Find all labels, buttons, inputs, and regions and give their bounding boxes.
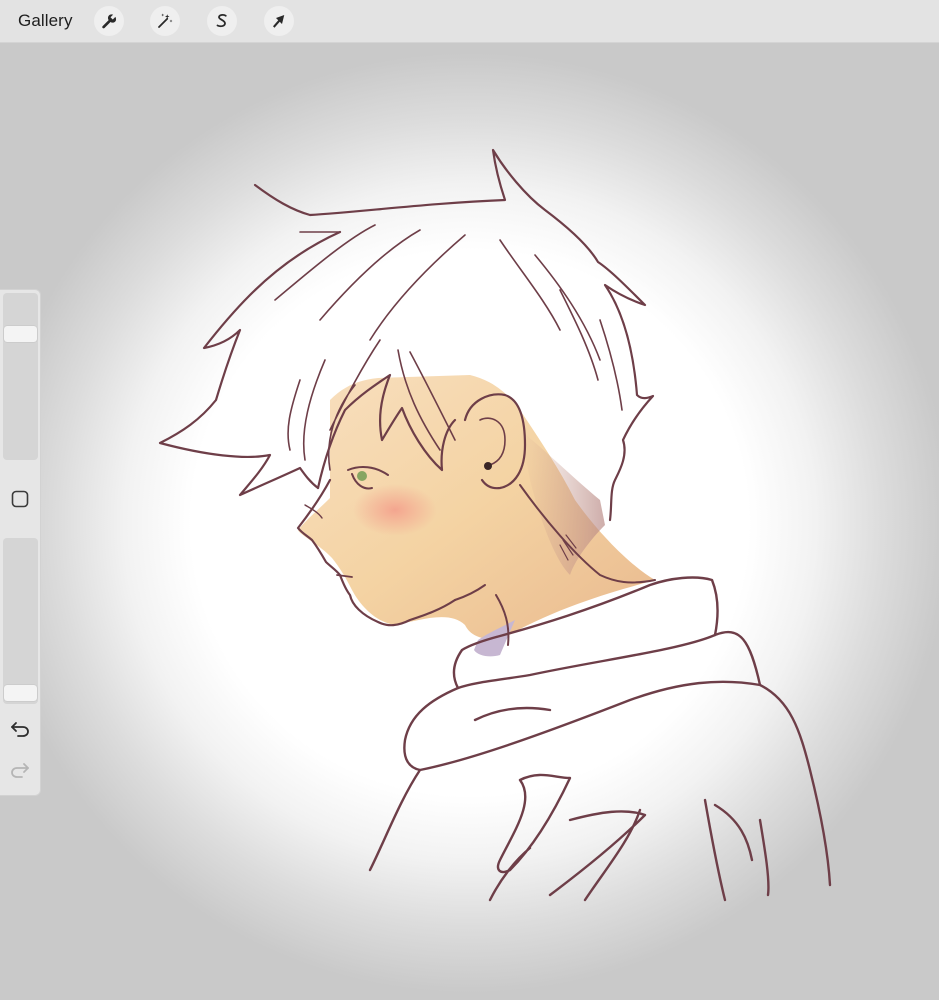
top-toolbar: Gallery <box>0 0 939 43</box>
undo-button[interactable] <box>9 718 31 740</box>
magic-wand-icon <box>158 13 173 28</box>
adjustments-button[interactable] <box>150 6 180 36</box>
square-icon <box>11 490 29 508</box>
redo-icon <box>11 763 29 778</box>
selection-s-icon <box>216 13 227 28</box>
modify-button[interactable] <box>10 489 30 509</box>
gallery-button[interactable]: Gallery <box>18 11 73 31</box>
undo-icon <box>11 722 29 737</box>
artwork <box>158 148 832 902</box>
redo-button[interactable] <box>9 759 31 781</box>
shirt-body <box>368 630 832 902</box>
brush-size-slider[interactable] <box>3 293 38 460</box>
wrench-icon <box>102 14 117 29</box>
drawing-canvas[interactable] <box>0 43 939 1000</box>
earring <box>484 462 492 470</box>
selection-button[interactable] <box>207 6 237 36</box>
transform-button[interactable] <box>264 6 294 36</box>
left-sidebar <box>0 289 41 796</box>
cheek-blush <box>353 484 437 536</box>
opacity-slider[interactable] <box>3 538 38 704</box>
opacity-thumb[interactable] <box>4 685 37 701</box>
actions-button[interactable] <box>94 6 124 36</box>
arrow-cursor-icon <box>273 15 285 28</box>
iris <box>357 471 367 481</box>
brush-size-thumb[interactable] <box>4 326 37 342</box>
